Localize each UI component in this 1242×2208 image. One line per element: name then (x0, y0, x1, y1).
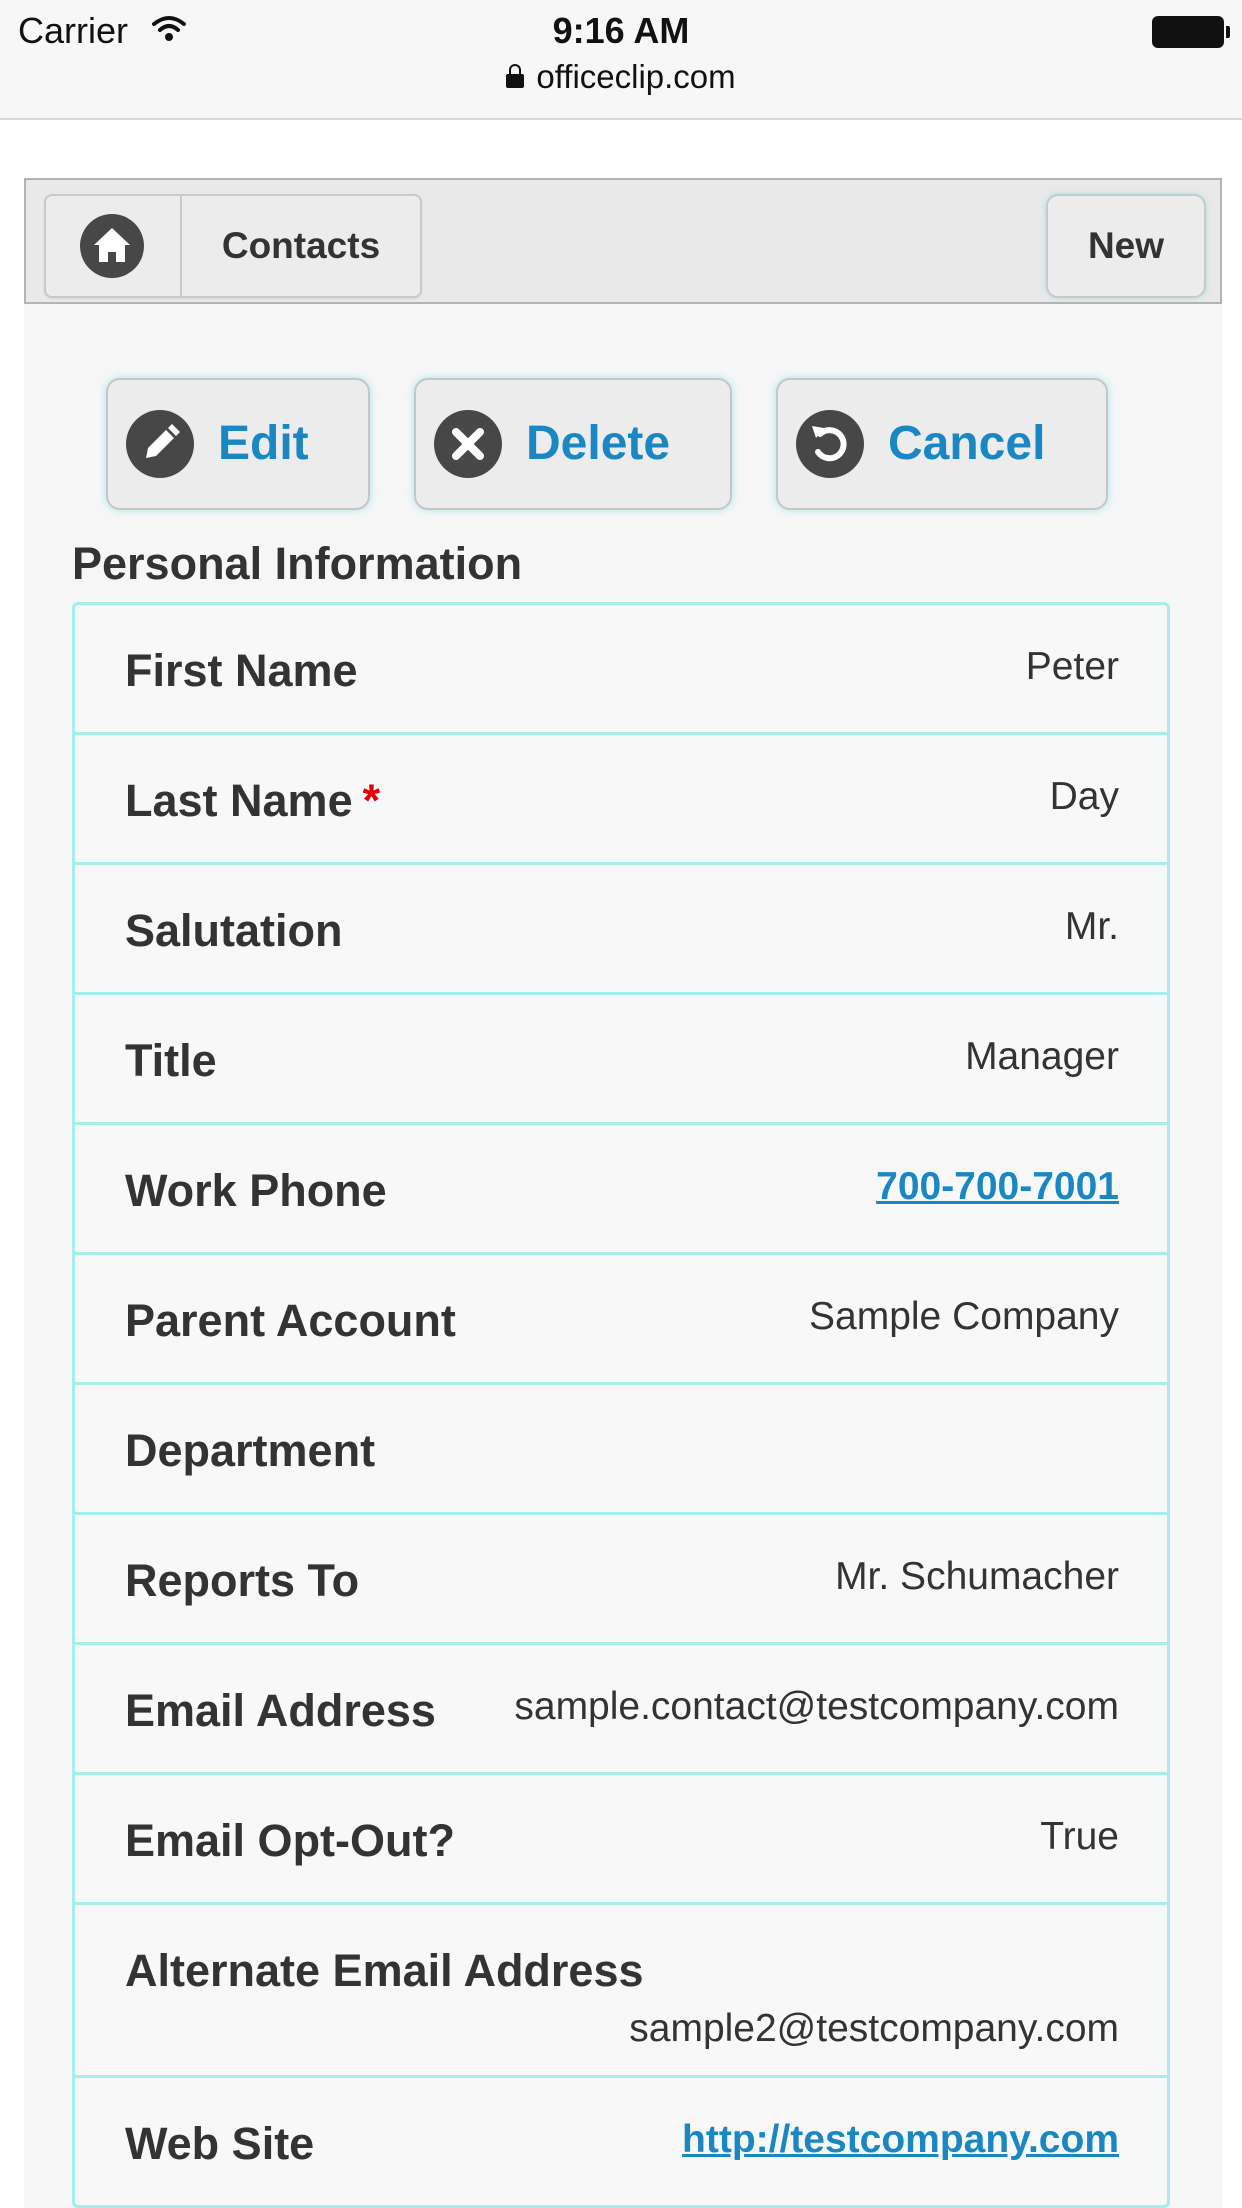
edit-label: Edit (218, 417, 309, 470)
delete-button[interactable]: Delete (414, 378, 732, 510)
field-web-site: Web Site http://testcompany.com (75, 2078, 1167, 2205)
field-reports-to: Reports To Mr. Schumacher (75, 1515, 1167, 1645)
field-value: Mr. (1064, 905, 1119, 948)
field-title: Title Manager (75, 995, 1167, 1125)
field-value: sample2@testcompany.com (629, 2007, 1119, 2050)
field-label: Department (125, 1425, 376, 1476)
status-bar: Carrier 9:16 AM officeclip.com (0, 0, 1242, 120)
page-content: Contacts New Edit Delete Cancel Personal… (24, 178, 1222, 2208)
address-bar[interactable]: officeclip.com (0, 58, 1242, 96)
field-value: Day (1049, 775, 1119, 818)
cancel-label: Cancel (888, 417, 1046, 470)
field-label: Work Phone (125, 1165, 387, 1216)
lock-icon (506, 64, 525, 88)
field-label: Salutation (125, 905, 343, 956)
field-label: Parent Account (125, 1295, 456, 1346)
contacts-link[interactable]: Contacts (182, 196, 420, 296)
website-link[interactable]: http://testcompany.com (682, 2118, 1119, 2162)
field-label: Web Site (125, 2118, 315, 2169)
home-icon (80, 214, 144, 278)
field-parent-account: Parent Account Sample Company (75, 1255, 1167, 1385)
field-value: Sample Company (809, 1295, 1119, 1338)
required-marker: * (362, 775, 381, 826)
field-value: sample.contact@testcompany.com (514, 1685, 1119, 1728)
undo-icon (796, 410, 864, 478)
field-work-phone: Work Phone 700-700-7001 (75, 1125, 1167, 1255)
pencil-icon (126, 410, 194, 478)
field-email-address: Email Address sample.contact@testcompany… (75, 1645, 1167, 1775)
field-label: Last Name * (125, 775, 380, 827)
cancel-button[interactable]: Cancel (776, 378, 1108, 510)
url-text: officeclip.com (536, 58, 736, 95)
field-label: First Name (125, 645, 358, 696)
field-value: Mr. Schumacher (835, 1555, 1119, 1598)
clock: 9:16 AM (552, 10, 690, 51)
close-circle-icon (434, 410, 502, 478)
new-button[interactable]: New (1046, 194, 1206, 298)
field-label: Reports To (125, 1555, 360, 1606)
field-value: True (1040, 1815, 1119, 1858)
field-alternate-email: Alternate Email Address sample2@testcomp… (75, 1905, 1167, 2078)
edit-button[interactable]: Edit (106, 378, 370, 510)
field-department: Department (75, 1385, 1167, 1515)
field-email-opt-out: Email Opt-Out? True (75, 1775, 1167, 1905)
home-button[interactable] (46, 196, 182, 296)
breadcrumb: Contacts (44, 194, 422, 298)
field-value: Manager (965, 1035, 1119, 1078)
toolbar: Contacts New (24, 178, 1222, 304)
field-label: Title (125, 1035, 217, 1086)
field-last-name: Last Name * Day (75, 735, 1167, 865)
field-label: Email Opt-Out? (125, 1815, 455, 1866)
personal-info-list: First Name Peter Last Name * Day Salutati… (72, 602, 1170, 2208)
battery-icon (1152, 16, 1230, 48)
delete-label: Delete (526, 417, 671, 470)
section-title: Personal Information (72, 538, 523, 589)
field-salutation: Salutation Mr. (75, 865, 1167, 995)
field-label: Email Address (125, 1685, 436, 1736)
field-first-name: First Name Peter (75, 605, 1167, 735)
field-value: Peter (1025, 645, 1119, 688)
phone-link[interactable]: 700-700-7001 (876, 1165, 1119, 1209)
field-label: Alternate Email Address (125, 1945, 644, 1996)
field-label-text: Last Name (125, 775, 353, 826)
